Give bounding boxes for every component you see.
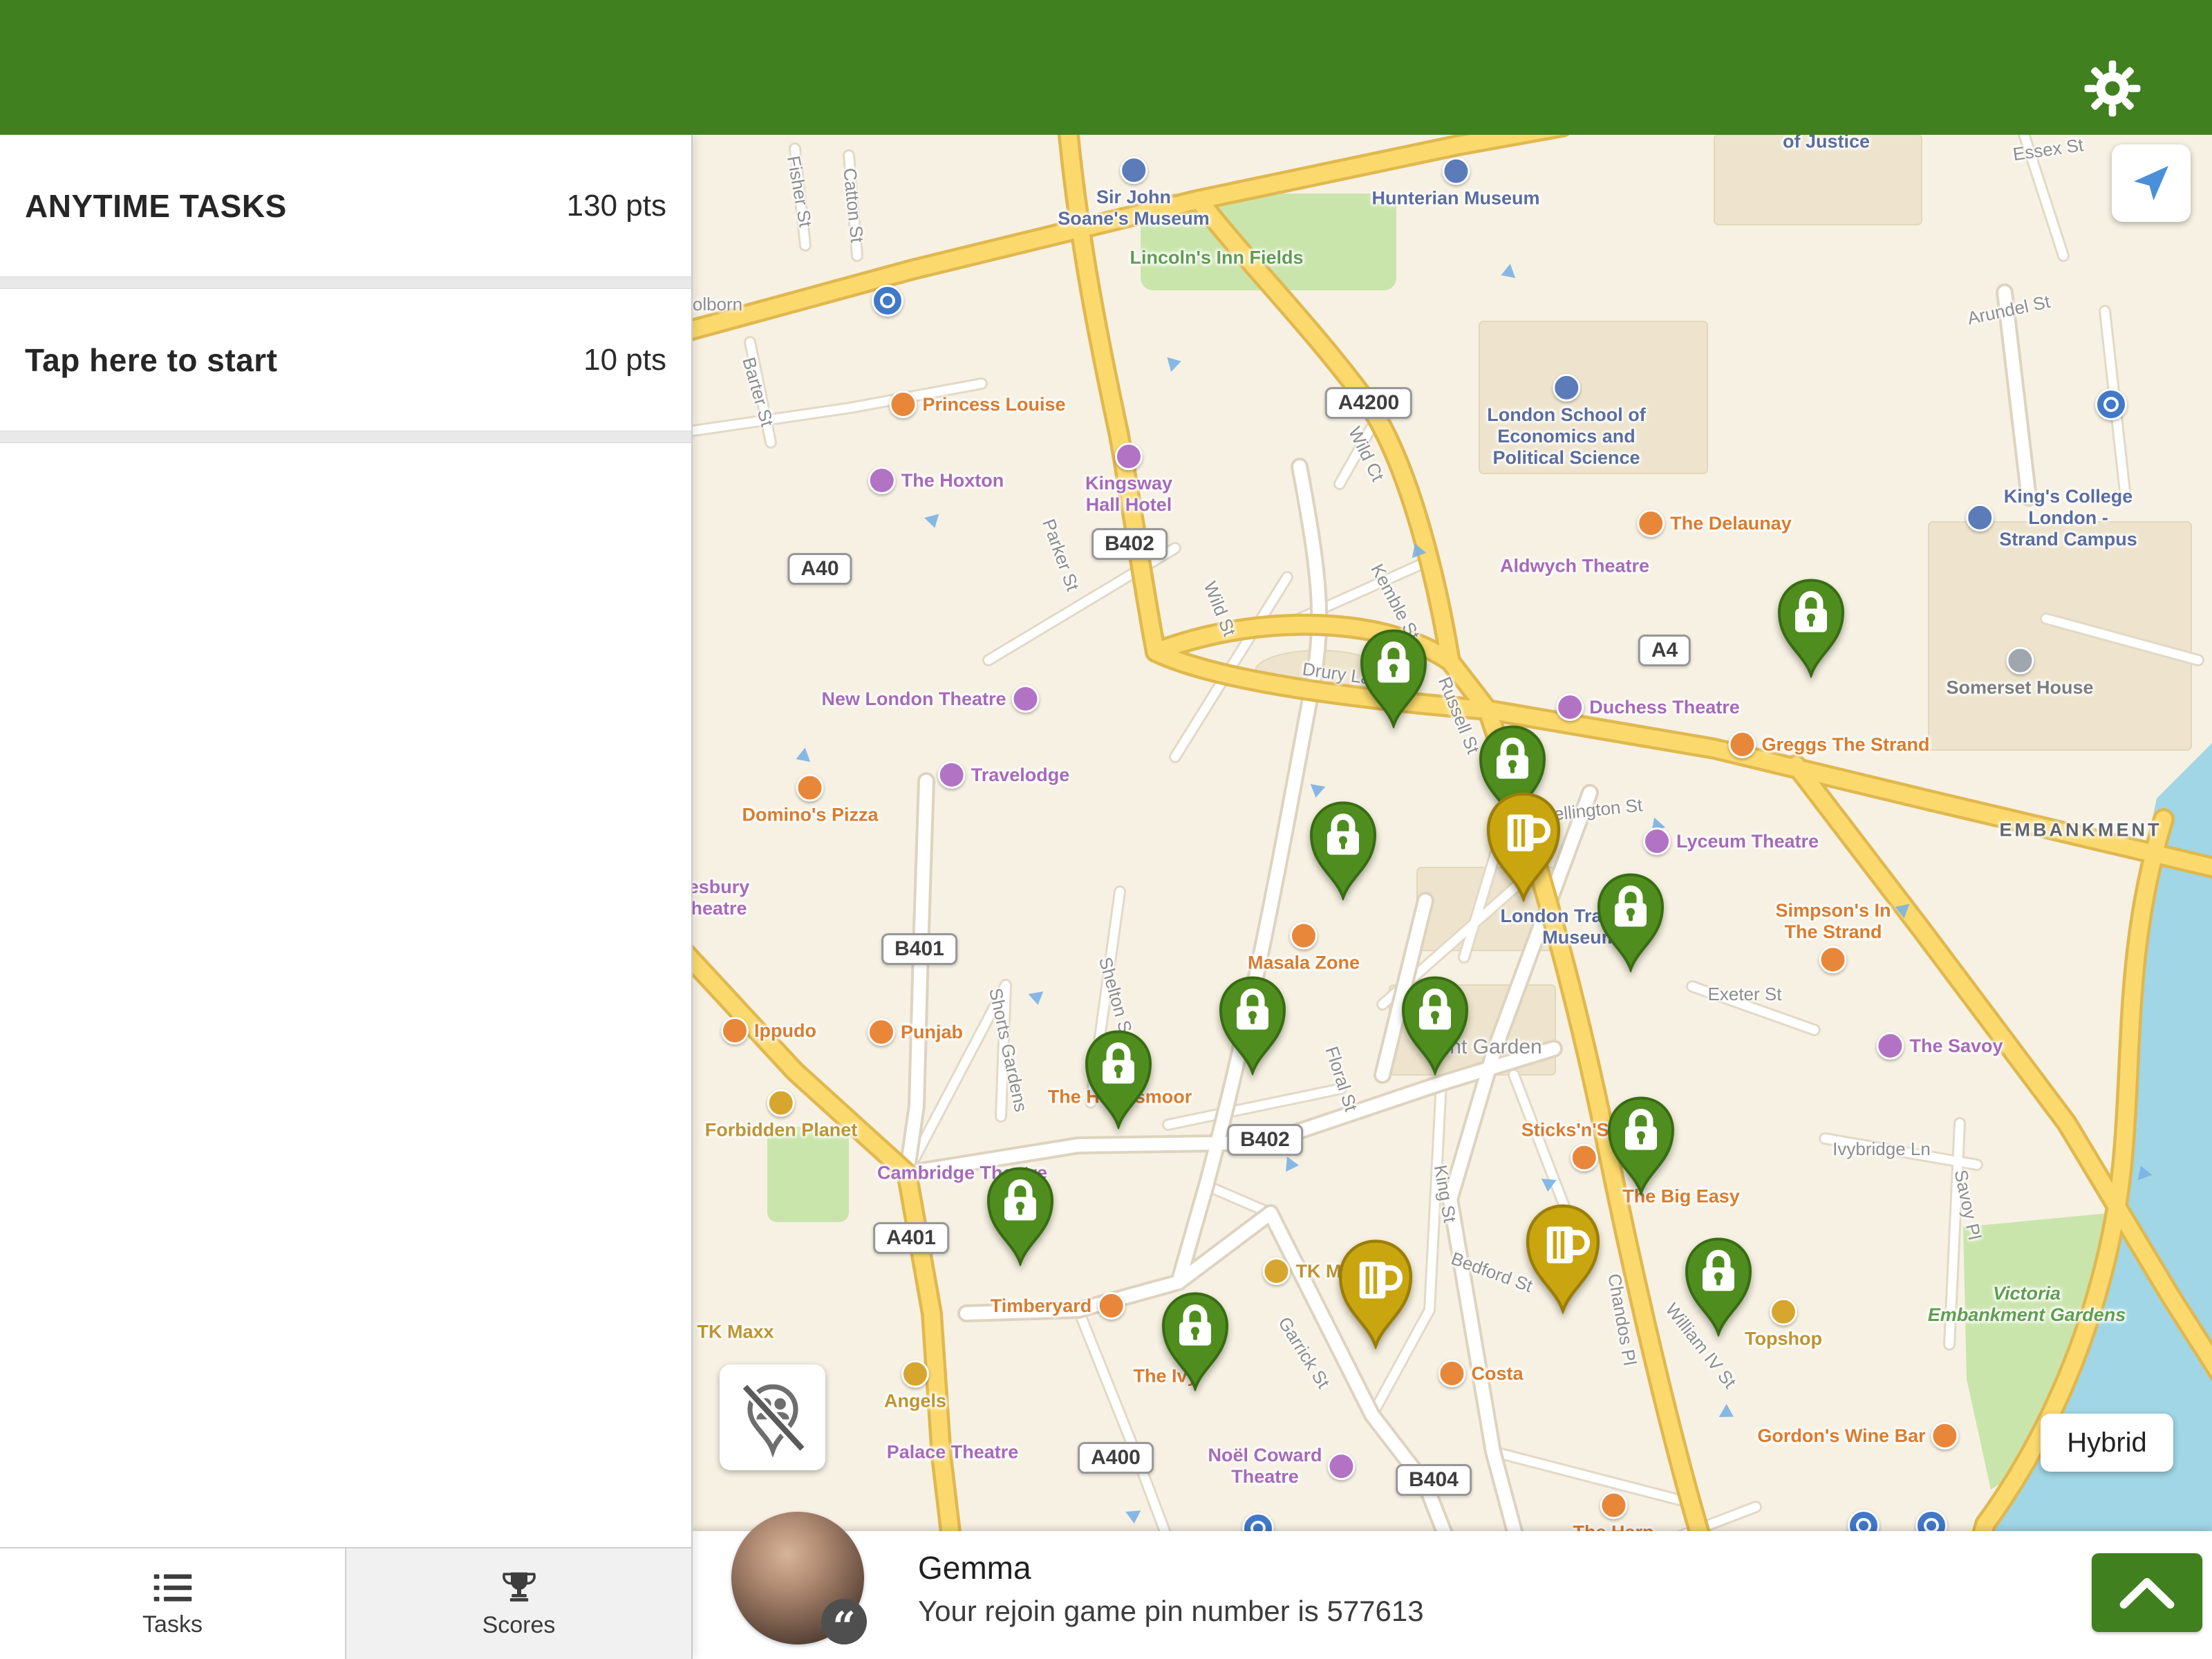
- locate-button[interactable]: [2112, 144, 2191, 222]
- lock-pin[interactable]: [1080, 1026, 1156, 1130]
- list-icon: [150, 1570, 196, 1606]
- lock-pin[interactable]: [982, 1163, 1058, 1266]
- lock-pin-icon: [1356, 625, 1432, 729]
- app-header: [0, 0, 2212, 135]
- task-title: Tap here to start: [25, 341, 278, 379]
- task-title: ANYTIME TASKS: [25, 187, 287, 225]
- quote-icon: “: [821, 1599, 867, 1644]
- navigation-arrow-icon: [2121, 153, 2181, 213]
- beer-pin[interactable]: [1521, 1199, 1605, 1314]
- hide-players-button[interactable]: [720, 1365, 825, 1470]
- app-root: ANYTIME TASKS 130 pts Tap here to start …: [0, 0, 2212, 1659]
- lock-pin-icon: [1773, 574, 1849, 678]
- lock-pin[interactable]: [1157, 1288, 1233, 1391]
- tab-tasks-label: Tasks: [142, 1611, 203, 1638]
- lock-pin-icon: [1593, 869, 1669, 973]
- beer-pin[interactable]: [1481, 787, 1566, 902]
- player-info-bar: “ Gemma Your rejoin game pin number is 5…: [691, 1531, 2212, 1659]
- settings-icon[interactable]: [2082, 58, 2143, 119]
- lock-pin[interactable]: [1680, 1233, 1756, 1337]
- lock-pin[interactable]: [1773, 574, 1849, 678]
- task-points: 130 pts: [567, 189, 666, 223]
- row-separator: [0, 431, 691, 443]
- lock-pin-icon: [1157, 1288, 1233, 1391]
- bottom-tab-bar: Tasks Scores: [0, 1547, 691, 1659]
- task-row-start[interactable]: Tap here to start 10 pts: [0, 289, 691, 431]
- beer-pin-icon: [1481, 787, 1566, 902]
- lock-pin[interactable]: [1356, 625, 1432, 729]
- lock-pin-icon: [1215, 972, 1291, 1076]
- map-view[interactable]: Sir JohnSoane's MuseumHunterian MuseumLi…: [691, 135, 2212, 1659]
- player-info-text: Gemma Your rejoin game pin number is 577…: [918, 1549, 1424, 1628]
- lock-pin-icon: [1305, 797, 1381, 901]
- people-pin-crossed-icon: [732, 1377, 814, 1459]
- tab-scores[interactable]: Scores: [345, 1548, 691, 1659]
- trophy-icon: [498, 1569, 540, 1606]
- lock-pin[interactable]: [1593, 869, 1669, 973]
- lock-pin-icon: [1680, 1233, 1756, 1337]
- tab-scores-label: Scores: [482, 1612, 556, 1639]
- beer-pin-icon: [1521, 1199, 1605, 1314]
- task-points: 10 pts: [583, 343, 666, 377]
- tab-tasks[interactable]: Tasks: [0, 1548, 345, 1659]
- beer-pin[interactable]: [1333, 1235, 1418, 1349]
- expand-button[interactable]: [2092, 1553, 2202, 1632]
- gear-icon: [2082, 58, 2143, 119]
- row-separator: [0, 276, 691, 289]
- hybrid-toggle-button[interactable]: Hybrid: [2041, 1414, 2173, 1472]
- avatar-photo[interactable]: “: [731, 1512, 864, 1644]
- chevron-up-icon: [2114, 1573, 2180, 1613]
- lock-pin[interactable]: [1215, 972, 1291, 1076]
- lock-pin-icon: [1397, 972, 1473, 1076]
- task-row-anytime: ANYTIME TASKS 130 pts: [0, 135, 691, 276]
- rejoin-pin-message: Your rejoin game pin number is 577613: [918, 1595, 1424, 1628]
- lock-pin[interactable]: [1397, 972, 1473, 1076]
- task-sidebar: ANYTIME TASKS 130 pts Tap here to start …: [0, 135, 693, 1659]
- map-canvas[interactable]: [691, 135, 2212, 1659]
- lock-pin[interactable]: [1603, 1092, 1679, 1196]
- lock-pin[interactable]: [1305, 797, 1381, 901]
- lock-pin-icon: [982, 1163, 1058, 1266]
- lock-pin-icon: [1080, 1026, 1156, 1130]
- beer-pin-icon: [1333, 1235, 1418, 1349]
- lock-pin-icon: [1603, 1092, 1679, 1196]
- player-name: Gemma: [918, 1549, 1424, 1586]
